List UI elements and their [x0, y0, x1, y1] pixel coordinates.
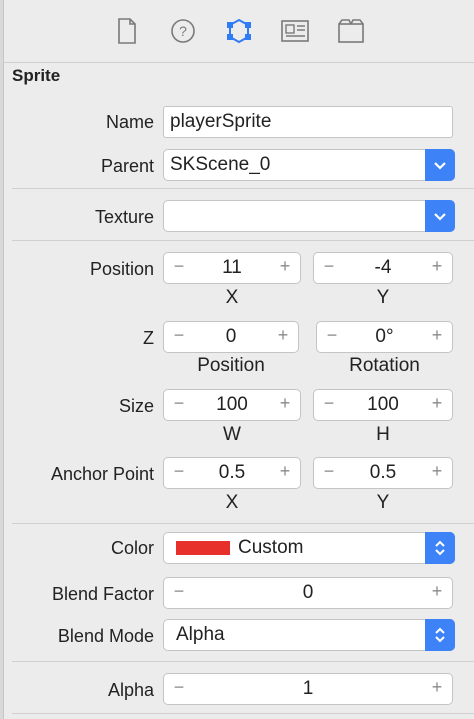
- alpha-stepper[interactable]: − 1 +: [163, 673, 453, 705]
- position-x-value[interactable]: 11: [190, 257, 274, 279]
- z-rotation-label: Rotation: [349, 355, 420, 376]
- z-position-value[interactable]: 0: [190, 326, 272, 348]
- anchor-x-label: X: [225, 492, 239, 513]
- position-y-stepper[interactable]: − -4 +: [313, 252, 453, 284]
- z-position-stepper[interactable]: − 0 +: [163, 321, 299, 353]
- help-inspector-icon[interactable]: ?: [155, 11, 211, 51]
- z-label: Z: [143, 328, 154, 348]
- parent-value: SKScene_0: [170, 154, 271, 175]
- anchor-point-label: Anchor Point: [50, 464, 154, 484]
- chevron-down-icon[interactable]: [425, 149, 455, 181]
- anchor-x-value[interactable]: 0.5: [190, 462, 274, 484]
- position-label: Position: [89, 259, 154, 279]
- color-label: Color: [110, 538, 154, 558]
- color-popup[interactable]: Custom: [163, 532, 455, 564]
- anchor-y-value[interactable]: 0.5: [340, 462, 426, 484]
- inspector-toolbar: ?: [4, 0, 474, 63]
- size-h-value[interactable]: 100: [340, 394, 426, 416]
- position-y-value[interactable]: -4: [340, 257, 426, 279]
- up-down-chevron-icon[interactable]: [425, 532, 455, 564]
- blend-factor-value[interactable]: 0: [190, 582, 426, 604]
- panel-left-edge: [0, 0, 4, 719]
- attributes-inspector-icon[interactable]: [211, 11, 267, 51]
- position-x-label: X: [225, 287, 239, 308]
- increment-button[interactable]: +: [426, 461, 448, 482]
- z-rotation-value[interactable]: 0°: [343, 326, 426, 348]
- name-label: Name: [105, 112, 154, 132]
- decrement-button[interactable]: −: [318, 393, 340, 414]
- color-value: Custom: [238, 537, 304, 558]
- decrement-button[interactable]: −: [168, 581, 190, 602]
- blend-factor-label: Blend Factor: [51, 584, 154, 604]
- divider: [12, 188, 474, 189]
- size-h-stepper[interactable]: − 100 +: [313, 389, 453, 421]
- size-w-label: W: [223, 424, 241, 445]
- increment-button[interactable]: +: [274, 256, 296, 277]
- size-label: Size: [118, 396, 154, 416]
- media-inspector-icon[interactable]: [267, 11, 323, 51]
- decrement-button[interactable]: −: [168, 677, 190, 698]
- library-icon[interactable]: [323, 11, 379, 51]
- decrement-button[interactable]: −: [168, 461, 190, 482]
- texture-popup[interactable]: [163, 200, 455, 232]
- divider: [12, 240, 474, 241]
- alpha-value[interactable]: 1: [190, 678, 426, 700]
- position-y-label: Y: [376, 287, 390, 308]
- decrement-button[interactable]: −: [318, 256, 340, 277]
- size-w-stepper[interactable]: − 100 +: [163, 389, 301, 421]
- decrement-button[interactable]: −: [168, 325, 190, 346]
- position-x-stepper[interactable]: − 11 +: [163, 252, 301, 284]
- blend-mode-popup[interactable]: Alpha: [163, 619, 455, 651]
- texture-label: Texture: [94, 207, 154, 227]
- increment-button[interactable]: +: [426, 677, 448, 698]
- increment-button[interactable]: +: [272, 325, 294, 346]
- divider: [12, 523, 474, 524]
- blend-mode-label: Blend Mode: [57, 626, 154, 646]
- anchor-x-stepper[interactable]: − 0.5 +: [163, 457, 301, 489]
- divider: [12, 713, 474, 714]
- size-h-label: H: [376, 424, 390, 445]
- increment-button[interactable]: +: [426, 581, 448, 602]
- anchor-y-stepper[interactable]: − 0.5 +: [313, 457, 453, 489]
- divider: [12, 661, 474, 662]
- decrement-button[interactable]: −: [321, 325, 343, 346]
- increment-button[interactable]: +: [426, 393, 448, 414]
- name-field[interactable]: playerSprite: [163, 106, 453, 138]
- increment-button[interactable]: +: [426, 256, 448, 277]
- decrement-button[interactable]: −: [168, 393, 190, 414]
- svg-text:?: ?: [179, 23, 187, 39]
- parent-label: Parent: [100, 156, 154, 176]
- anchor-y-label: Y: [376, 492, 390, 513]
- z-rotation-stepper[interactable]: − 0° +: [316, 321, 453, 353]
- alpha-label: Alpha: [107, 680, 154, 700]
- parent-popup[interactable]: SKScene_0: [163, 149, 455, 181]
- chevron-down-icon[interactable]: [425, 200, 455, 232]
- increment-button[interactable]: +: [274, 393, 296, 414]
- section-title: Sprite: [12, 66, 61, 85]
- color-swatch: [176, 541, 230, 555]
- increment-button[interactable]: +: [426, 325, 448, 346]
- blend-factor-stepper[interactable]: − 0 +: [163, 577, 453, 609]
- decrement-button[interactable]: −: [318, 461, 340, 482]
- size-w-value[interactable]: 100: [190, 394, 274, 416]
- blend-mode-value: Alpha: [176, 624, 225, 645]
- z-position-label: Position: [197, 355, 265, 376]
- increment-button[interactable]: +: [274, 461, 296, 482]
- decrement-button[interactable]: −: [168, 256, 190, 277]
- file-inspector-icon[interactable]: [99, 11, 155, 51]
- up-down-chevron-icon[interactable]: [425, 619, 455, 651]
